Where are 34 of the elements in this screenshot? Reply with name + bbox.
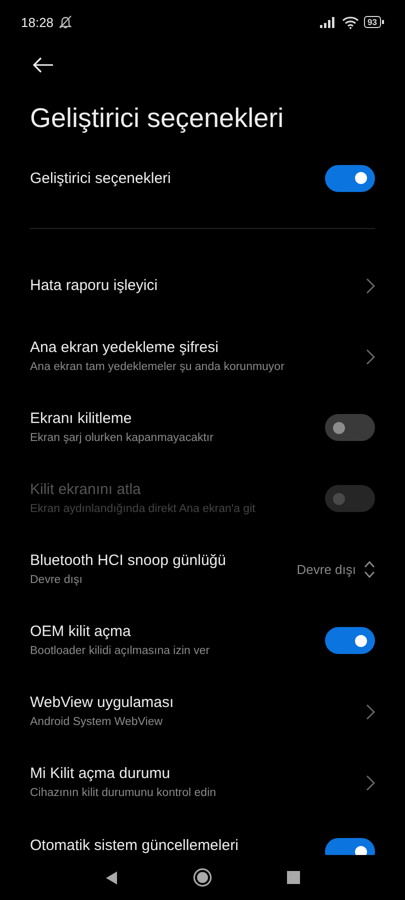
status-time: 18:28 — [21, 14, 54, 30]
setting-title[interactable]: Bluetooth HCI snoop günlüğü — [30, 552, 226, 570]
chevron-right-icon — [366, 278, 375, 294]
setting-title[interactable]: WebView uygulaması — [30, 694, 174, 712]
setting-description: Ekran aydınlandığında direkt Ana ekran'a git — [30, 502, 256, 516]
setting-title[interactable]: Geliştirici seçenekleri — [30, 170, 325, 186]
setting-title[interactable]: Otomatik sistem güncellemeleri — [30, 837, 238, 855]
toggle-switch[interactable] — [325, 164, 375, 192]
home-circle-icon[interactable] — [193, 868, 212, 887]
setting-title[interactable]: Hata raporu işleyici — [30, 276, 158, 294]
up-down-arrows-icon — [364, 561, 375, 578]
page-title: Geliştirici seçenekleri — [30, 102, 284, 134]
chevron-right-icon — [366, 704, 375, 720]
setting-description: Ekran şarj olurken kapanmayacaktır — [30, 431, 214, 445]
toggle-switch[interactable] — [325, 414, 375, 441]
chevron-right-icon — [366, 348, 375, 364]
selected-value[interactable]: Devre dışı — [296, 562, 356, 577]
wifi-icon — [342, 16, 359, 28]
setting-description: Devre dışı — [30, 573, 82, 587]
signal-icon — [320, 16, 337, 28]
setting-description: Ana ekran tam yedeklemeler şu anda korunmuyor — [30, 360, 284, 374]
setting-description: Cihazının kilit durumunu kontrol edin — [30, 786, 216, 800]
battery-icon: 93 — [364, 16, 384, 28]
setting-description: Android System WebView — [30, 715, 163, 729]
back-arrow-icon[interactable] — [32, 57, 54, 73]
setting-title[interactable]: Ekranı kilitleme — [30, 410, 132, 428]
back-triangle-icon[interactable] — [105, 870, 118, 884]
chevron-right-icon — [366, 774, 375, 790]
setting-description: Bootloader kilidi açılmasına izin ver — [30, 644, 210, 658]
bell-off-icon — [58, 15, 72, 29]
setting-title[interactable]: Mi Kilit açma durumu — [30, 765, 170, 783]
toggle-switch[interactable] — [325, 627, 375, 654]
setting-title[interactable]: Ana ekran yedekleme şifresi — [30, 339, 218, 357]
setting-title[interactable]: OEM kilit açma — [30, 623, 131, 641]
